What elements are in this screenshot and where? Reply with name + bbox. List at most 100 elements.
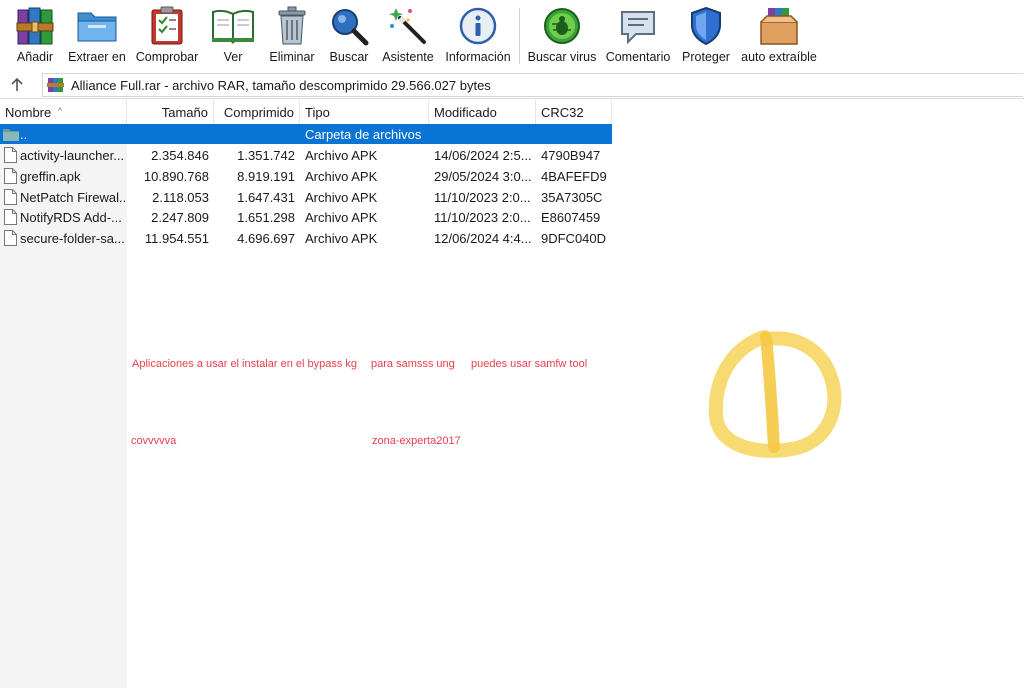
file-crc: 4790B947 — [541, 148, 601, 163]
column-header-type[interactable]: Tipo — [300, 100, 429, 124]
file-name: NotifyRDS Add-... — [20, 210, 122, 225]
magnifier-icon — [327, 4, 371, 48]
archive-books-icon — [13, 4, 57, 48]
folder-extract-icon — [75, 4, 119, 48]
comment-button[interactable]: Comentario — [604, 4, 672, 68]
annotation-text: zona-experta2017 — [372, 435, 461, 447]
column-header-modified[interactable]: Modificado — [429, 100, 536, 124]
column-header-modified-label: Modificado — [434, 105, 497, 120]
file-packed-size: 8.919.191 — [237, 169, 295, 184]
info-icon — [456, 4, 500, 48]
sfx-button-label: auto extraíble — [741, 50, 817, 64]
delete-button[interactable]: Eliminar — [266, 4, 318, 68]
virus-bug-icon — [540, 4, 584, 48]
file-icon — [4, 147, 17, 163]
protect-button-label: Proteger — [682, 50, 730, 64]
file-row[interactable]: NetPatch Firewal... 2.118.053 1.647.431 … — [0, 187, 612, 207]
file-packed-size: 1.351.742 — [237, 148, 295, 163]
rar-archive-icon — [47, 78, 64, 92]
view-button-label: Ver — [223, 50, 243, 64]
file-size: 2.354.846 — [151, 148, 209, 163]
file-modified: 29/05/2024 3:0... — [434, 169, 532, 184]
file-size: 2.118.053 — [152, 190, 209, 205]
column-header-name[interactable]: ^ Nombre — [0, 100, 127, 124]
info-button[interactable]: Información — [442, 4, 514, 68]
extract-to-button-label: Extraer en — [68, 50, 126, 64]
file-modified: 12/06/2024 4:4... — [434, 231, 532, 246]
annotation-text: para samsss ung — [371, 358, 455, 370]
column-header-name-label: Nombre — [5, 105, 52, 120]
column-header-crc[interactable]: CRC32 — [536, 100, 612, 124]
comment-button-label: Comentario — [605, 50, 671, 64]
file-packed-size: 1.647.431 — [237, 190, 295, 205]
trash-can-icon — [270, 4, 314, 48]
parent-folder-row[interactable]: .. Carpeta de archivos — [0, 124, 612, 144]
address-bar: Alliance Full.rar - archivo RAR, tamaño … — [0, 72, 1024, 99]
column-header-size[interactable]: Tamaño — [127, 100, 214, 124]
file-size: 2.247.809 — [151, 210, 209, 225]
file-icon — [4, 209, 17, 225]
file-crc: 9DFC040D — [541, 231, 607, 246]
virus-scan-button[interactable]: Buscar virus — [528, 4, 596, 68]
sfx-button[interactable]: auto extraíble — [738, 4, 820, 68]
wizard-button[interactable]: Asistente — [380, 4, 436, 68]
file-icon — [4, 230, 17, 246]
test-button-label: Comprobar — [135, 50, 199, 64]
column-header-size-label: Tamaño — [161, 105, 208, 120]
folder-icon — [3, 129, 19, 141]
test-button[interactable]: Comprobar — [134, 4, 200, 68]
annotation-text: covvvvva — [131, 435, 177, 447]
file-crc: 4BAFEFD9 — [541, 169, 607, 184]
file-row[interactable]: secure-folder-sa... 11.954.551 4.696.697… — [0, 228, 612, 248]
file-icon — [4, 168, 17, 184]
find-button-label: Buscar — [329, 50, 369, 64]
file-row[interactable]: activity-launcher... 2.354.846 1.351.742… — [0, 145, 612, 165]
magic-wand-icon — [386, 4, 430, 48]
file-type: Archivo APK — [305, 148, 378, 163]
toolbar-separator — [519, 8, 520, 64]
annotation-text: Aplicaciones a usar el instalar en el by… — [132, 358, 358, 370]
find-button[interactable]: Buscar — [326, 4, 372, 68]
up-folder-button[interactable] — [6, 75, 28, 95]
file-row[interactable]: greffin.apk 10.890.768 8.919.191 Archivo… — [0, 166, 612, 186]
column-header-row: ^ Nombre Tamaño Comprimido Tipo Modifica… — [0, 100, 612, 124]
file-size: 10.890.768 — [143, 169, 209, 184]
add-button[interactable]: Añadir — [12, 4, 58, 68]
sort-ascending-icon: ^ — [58, 106, 63, 116]
column-header-packed[interactable]: Comprimido — [214, 100, 300, 124]
file-row[interactable]: NotifyRDS Add-... 2.247.809 1.651.298 Ar… — [0, 207, 612, 227]
file-name: NetPatch Firewal... — [20, 190, 127, 205]
protect-button[interactable]: Proteger — [680, 4, 732, 68]
file-packed-size: 4.696.697 — [237, 231, 295, 246]
parent-folder-type: Carpeta de archivos — [305, 127, 422, 142]
address-field[interactable]: Alliance Full.rar - archivo RAR, tamaño … — [42, 73, 1023, 97]
file-type: Archivo APK — [305, 169, 378, 184]
annotation-text: puedes usar samfw tool — [471, 358, 588, 370]
file-name: greffin.apk — [20, 169, 81, 184]
delete-button-label: Eliminar — [269, 50, 315, 64]
file-crc: E8607459 — [541, 210, 601, 225]
file-size: 11.954.551 — [144, 231, 209, 246]
extract-to-button[interactable]: Extraer en — [66, 4, 128, 68]
file-icon — [4, 189, 17, 205]
column-header-crc-label: CRC32 — [541, 105, 584, 120]
virus-scan-button-label: Buscar virus — [527, 50, 597, 64]
file-modified: 11/10/2023 2:0... — [434, 190, 531, 205]
parent-folder-name: .. — [20, 127, 28, 142]
file-crc: 35A7305C — [541, 190, 603, 205]
file-packed-size: 1.651.298 — [237, 210, 295, 225]
file-type: Archivo APK — [305, 190, 378, 205]
info-button-label: Información — [445, 50, 511, 64]
column-header-packed-label: Comprimido — [223, 105, 294, 120]
file-name: activity-launcher... — [20, 148, 125, 163]
clipboard-check-icon — [145, 4, 189, 48]
view-button[interactable]: Ver — [210, 4, 256, 68]
file-name: secure-folder-sa... — [20, 231, 125, 246]
open-book-icon — [211, 4, 255, 48]
comment-icon — [616, 4, 660, 48]
file-type: Archivo APK — [305, 231, 378, 246]
file-modified: 14/06/2024 2:5... — [434, 148, 532, 163]
column-header-type-label: Tipo — [305, 105, 330, 120]
file-modified: 11/10/2023 2:0... — [434, 210, 531, 225]
wizard-button-label: Asistente — [382, 50, 434, 64]
